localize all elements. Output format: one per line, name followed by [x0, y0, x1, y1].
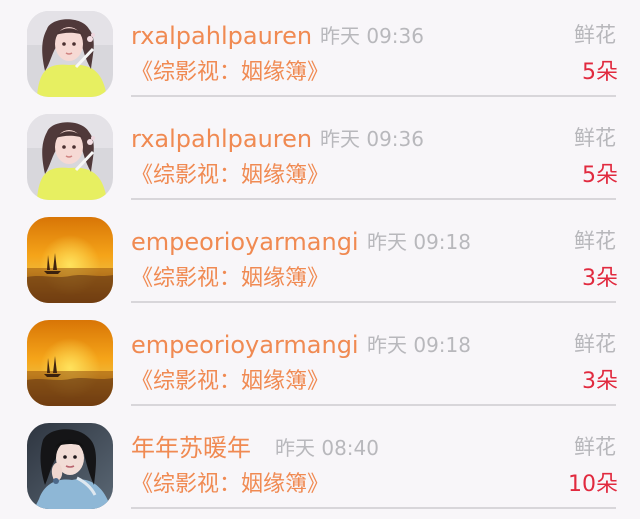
- user-avatar-woman-yellow-icon[interactable]: [27, 11, 113, 97]
- book-title[interactable]: 《综影视：姻缘簿》: [131, 160, 329, 192]
- user-avatar-woman-yellow-icon[interactable]: [27, 114, 113, 200]
- book-title[interactable]: 《综影视：姻缘簿》: [131, 263, 329, 295]
- gift-time: 昨天 09:18: [367, 333, 471, 357]
- gift-type-label: 鲜花: [574, 126, 616, 150]
- gift-time: 昨天 09:18: [367, 230, 471, 254]
- flower-count: 5朵: [582, 163, 618, 188]
- gift-type-label: 鲜花: [574, 229, 616, 253]
- gift-type-label: 鲜花: [574, 435, 616, 459]
- user-avatar-woman-dark-hair-icon[interactable]: [27, 423, 113, 509]
- book-title[interactable]: 《综影视：姻缘簿》: [131, 57, 329, 89]
- flower-count: 5朵: [582, 60, 618, 85]
- row-divider: [131, 404, 616, 406]
- gift-time: 昨天 08:40: [275, 436, 379, 460]
- user-avatar-sunset-sailboat-icon[interactable]: [27, 217, 113, 303]
- flower-count: 3朵: [582, 369, 618, 394]
- flower-count: 10朵: [568, 472, 618, 497]
- username[interactable]: 年年苏暖年: [131, 432, 251, 464]
- gift-record-list: rxalpahlpauren 昨天 09:36 鲜花 《综影视：姻缘簿》 5朵: [0, 0, 640, 519]
- gift-record-row[interactable]: rxalpahlpauren 昨天 09:36 鲜花 《综影视：姻缘簿》 5朵: [0, 0, 640, 103]
- gift-record-row[interactable]: empeorioyarmangi 昨天 09:18 鲜花 《综影视：姻缘簿》 3…: [0, 309, 640, 412]
- gift-time: 昨天 09:36: [320, 127, 424, 151]
- row-divider: [131, 301, 616, 303]
- book-title[interactable]: 《综影视：姻缘簿》: [131, 469, 329, 501]
- gift-record-row[interactable]: empeorioyarmangi 昨天 09:18 鲜花 《综影视：姻缘簿》 3…: [0, 206, 640, 309]
- username[interactable]: empeorioyarmangi: [131, 329, 359, 361]
- row-divider: [131, 95, 616, 97]
- username[interactable]: rxalpahlpauren: [131, 20, 312, 52]
- row-divider: [131, 198, 616, 200]
- flower-count: 3朵: [582, 266, 618, 291]
- gift-time: 昨天 09:36: [320, 24, 424, 48]
- username[interactable]: rxalpahlpauren: [131, 123, 312, 155]
- gift-type-label: 鲜花: [574, 332, 616, 356]
- user-avatar-sunset-sailboat-icon[interactable]: [27, 320, 113, 406]
- gift-type-label: 鲜花: [574, 23, 616, 47]
- gift-record-row[interactable]: 年年苏暖年 昨天 08:40 鲜花 《综影视：姻缘簿》 10朵: [0, 412, 640, 515]
- gift-record-row[interactable]: rxalpahlpauren 昨天 09:36 鲜花 《综影视：姻缘簿》 5朵: [0, 103, 640, 206]
- row-divider: [131, 507, 616, 509]
- book-title[interactable]: 《综影视：姻缘簿》: [131, 366, 329, 398]
- username[interactable]: empeorioyarmangi: [131, 226, 359, 258]
